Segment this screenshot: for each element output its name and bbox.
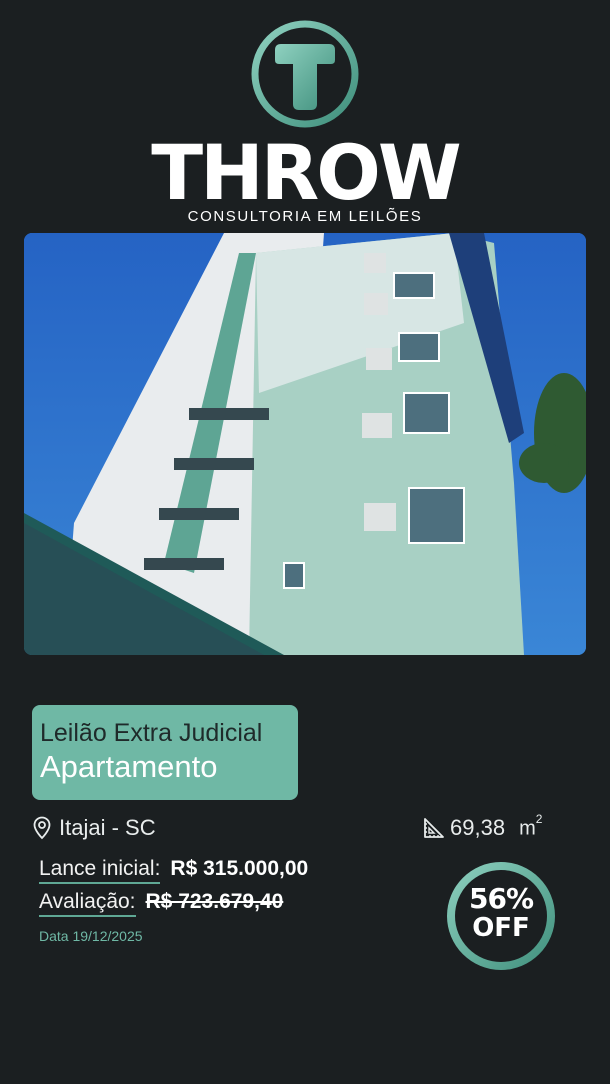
appraisal-row: Avaliação: R$ 723.679,40 bbox=[39, 890, 283, 917]
brand-title: THROW bbox=[151, 128, 461, 217]
auction-date: Data 19/12/2025 bbox=[39, 928, 143, 944]
initial-bid-row: Lance inicial: R$ 315.000,00 bbox=[39, 857, 308, 884]
map-pin-icon bbox=[33, 816, 51, 840]
ruler-triangle-icon bbox=[424, 818, 444, 838]
initial-bid-value: R$ 315.000,00 bbox=[170, 857, 309, 880]
area: 69,38 m2 bbox=[422, 811, 543, 841]
brand-subtitle: CONSULTORIA EM LEILÕES bbox=[187, 208, 423, 225]
discount-off: OFF bbox=[472, 913, 530, 943]
appraisal-value: R$ 723.679,40 bbox=[145, 890, 284, 913]
area-unit: m2 bbox=[519, 811, 543, 840]
property-type: Apartamento bbox=[40, 749, 218, 784]
discount-text: 56% OFF bbox=[443, 882, 559, 943]
appraisal-label: Avaliação: bbox=[39, 890, 136, 917]
auction-type-box: Leilão Extra Judicial Apartamento bbox=[32, 705, 298, 800]
discount-percent: 56% bbox=[468, 882, 534, 915]
initial-bid-label: Lance inicial: bbox=[39, 857, 161, 884]
location-text: Itajai - SC bbox=[59, 815, 156, 840]
location: Itajai - SC bbox=[33, 815, 156, 841]
auction-type: Leilão Extra Judicial bbox=[40, 719, 263, 747]
area-value: 69,38 bbox=[450, 815, 506, 840]
t-logo-icon bbox=[251, 20, 359, 128]
property-photo bbox=[24, 233, 586, 655]
